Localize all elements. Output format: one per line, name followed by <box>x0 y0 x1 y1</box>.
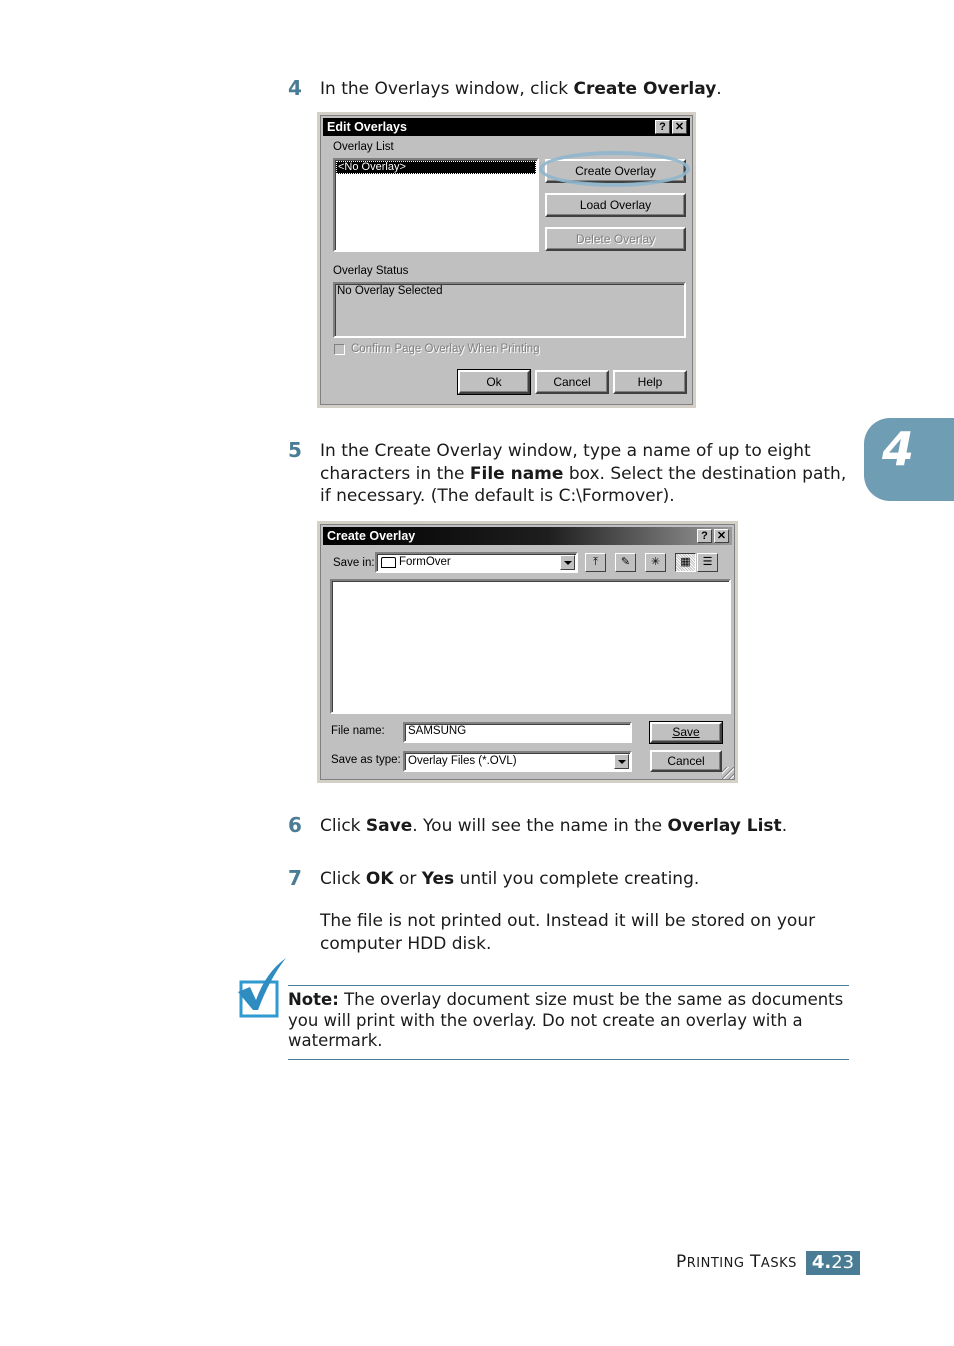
save-button[interactable]: Save <box>649 721 723 744</box>
step-text: Click Save. You will see the name in the… <box>320 815 850 838</box>
new-folder-icon[interactable]: ✳ <box>645 553 666 572</box>
text-run: In the Overlays window, click <box>320 79 574 99</box>
step-text: In the Overlays window, click Create Ove… <box>320 78 850 101</box>
emphasis-text: Overlay List <box>667 816 782 836</box>
dialog-title-bar: Create Overlay ? ✕ <box>323 527 732 545</box>
note-label: Note: <box>288 990 339 1009</box>
ok-button[interactable]: Ok <box>457 369 531 395</box>
page-chapter: 4. <box>811 1252 832 1273</box>
help-icon[interactable]: ? <box>697 529 712 543</box>
edit-overlays-dialog: Edit Overlays ? ✕ Overlay List <No Overl… <box>317 112 696 408</box>
overlay-status-box: No Overlay Selected <box>333 282 686 338</box>
chevron-down-icon[interactable] <box>614 754 629 769</box>
confirm-checkbox-label: Confirm Page Overlay When Printing <box>351 343 540 355</box>
step-number: 7 <box>288 866 302 890</box>
save-as-type-dropdown[interactable]: Overlay Files (*.OVL) <box>403 751 632 772</box>
checkmark-note-icon <box>238 958 286 1018</box>
save-in-label: Save in: <box>333 557 375 569</box>
text-run: until you complete creating. <box>454 869 700 889</box>
file-name-input[interactable]: SAMSUNG <box>403 722 632 743</box>
step-followup-text: The file is not printed out. Instead it … <box>320 911 816 954</box>
cancel-button[interactable]: Cancel <box>650 750 722 772</box>
list-view-icon[interactable]: ▦ <box>675 553 696 572</box>
text-run: Click <box>320 816 366 836</box>
step-number: 4 <box>288 76 302 100</box>
confirm-checkbox[interactable] <box>334 344 345 355</box>
step-text: Click OK or Yes until you complete creat… <box>320 868 850 891</box>
step-text: In the Create Overlay window, type a nam… <box>320 440 850 508</box>
emphasis-text: Save <box>365 816 413 836</box>
page-num: 23 <box>831 1252 855 1273</box>
highlight-ellipse <box>539 151 690 187</box>
create-overlay-dialog: Create Overlay ? ✕ Save in: FormOver ⤒ ✎… <box>317 521 738 783</box>
text-run: . <box>781 816 788 836</box>
note-text: Note: The overlay document size must be … <box>288 990 853 1052</box>
close-icon[interactable]: ✕ <box>714 529 729 543</box>
dialog-title: Create Overlay <box>327 529 416 543</box>
emphasis-text: Create Overlay <box>573 79 717 99</box>
save-as-type-label: Save as type: <box>331 754 401 766</box>
file-name-label: File name: <box>331 725 385 737</box>
close-icon[interactable]: ✕ <box>672 120 687 134</box>
folder-icon <box>381 557 396 568</box>
details-view-icon[interactable]: ☰ <box>697 553 718 572</box>
overlay-list-label: Overlay List <box>333 141 394 153</box>
text-run: Click <box>320 869 366 889</box>
load-overlay-button[interactable]: Load Overlay <box>545 193 686 217</box>
text-run: . <box>716 79 722 99</box>
step-number: 5 <box>288 438 302 462</box>
section-title: PRINTING TASKS <box>676 1252 797 1272</box>
text-run: or <box>393 869 422 889</box>
step-number: 6 <box>288 813 302 837</box>
page-number: 4.23 <box>806 1251 860 1275</box>
emphasis-text: Yes <box>421 869 455 889</box>
chapter-number: 4 <box>882 422 915 476</box>
emphasis-text: File name <box>469 463 564 484</box>
dialog-title-bar: Edit Overlays ? ✕ <box>323 118 690 136</box>
note-body: The overlay document size must be the sa… <box>288 990 844 1050</box>
divider <box>288 1059 849 1060</box>
emphasis-text: OK <box>365 869 394 889</box>
divider <box>288 985 849 986</box>
list-item[interactable]: <No Overlay> <box>336 161 536 174</box>
help-button[interactable]: Help <box>613 370 687 394</box>
chevron-down-icon[interactable] <box>560 555 575 570</box>
chapter-tab: 4 <box>864 418 954 501</box>
up-folder-icon[interactable]: ⤒ <box>585 553 606 572</box>
text-run: . You will see the name in the <box>412 816 668 836</box>
overlay-status-label: Overlay Status <box>333 265 409 277</box>
save-in-value: FormOver <box>399 556 451 568</box>
resize-grip-icon[interactable] <box>722 767 734 779</box>
save-in-dropdown[interactable]: FormOver <box>375 552 578 573</box>
save-as-type-value: Overlay Files (*.OVL) <box>408 755 517 767</box>
dialog-title: Edit Overlays <box>327 120 407 134</box>
overlay-list[interactable]: <No Overlay> <box>333 158 539 252</box>
help-icon[interactable]: ? <box>655 120 670 134</box>
delete-overlay-button[interactable]: Delete Overlay <box>545 227 686 251</box>
desktop-icon[interactable]: ✎ <box>615 553 636 572</box>
cancel-button[interactable]: Cancel <box>535 370 609 394</box>
file-list-area[interactable] <box>330 579 731 714</box>
